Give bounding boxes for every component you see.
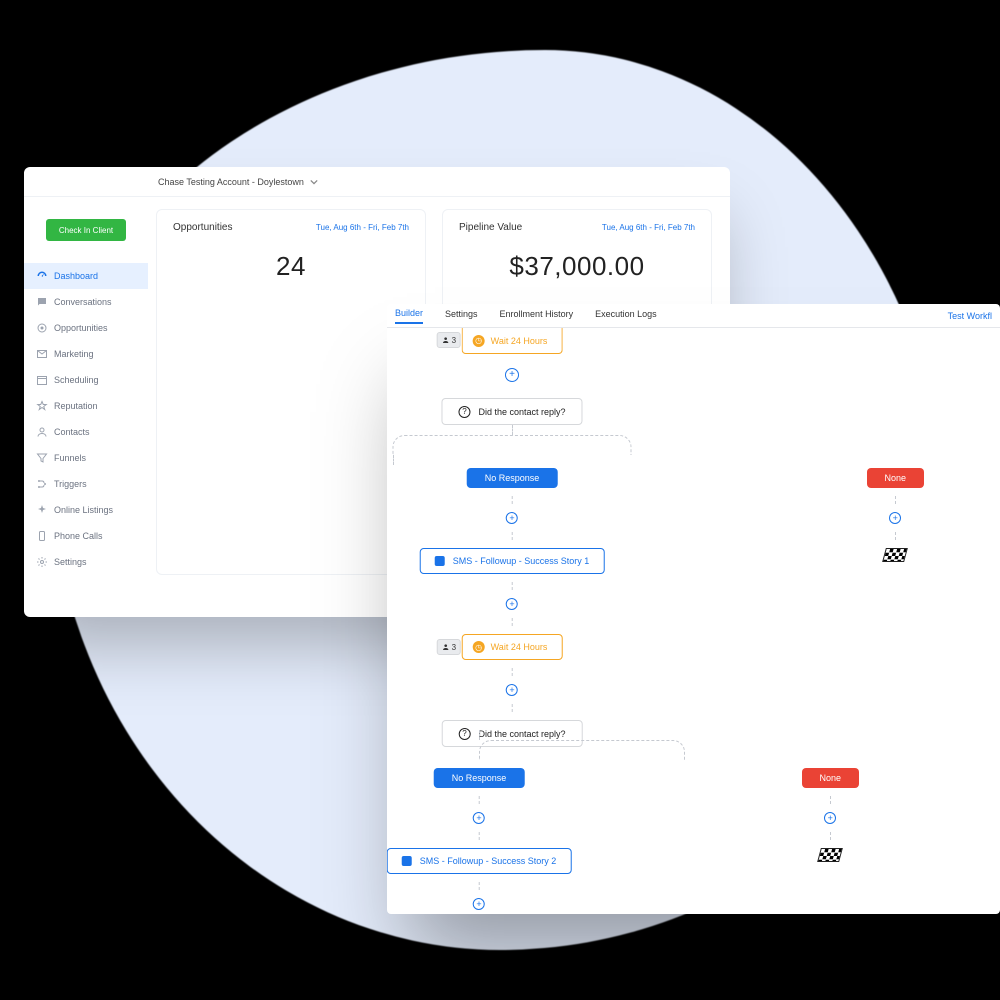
sidebar-item-contacts[interactable]: Contacts bbox=[24, 419, 148, 445]
add-step-button[interactable] bbox=[889, 512, 901, 524]
check-in-client-button[interactable]: Check In Client bbox=[46, 219, 126, 241]
sms-step[interactable]: SMS - Followup - Success Story 2 bbox=[387, 848, 571, 874]
sidebar-item-label: Marketing bbox=[54, 349, 94, 359]
workflow-window: Builder Settings Enrollment History Exec… bbox=[387, 304, 1000, 914]
test-workflow-button[interactable]: Test Workfl bbox=[948, 311, 992, 321]
account-switcher[interactable]: Chase Testing Account - Doylestown bbox=[158, 177, 304, 187]
finish-flag-icon bbox=[882, 548, 908, 562]
add-step-button[interactable] bbox=[473, 898, 485, 910]
branch-none[interactable]: None bbox=[802, 768, 860, 788]
sms-icon bbox=[402, 856, 412, 866]
wait-step[interactable]: 3 ◷ Wait 24 Hours bbox=[462, 328, 563, 354]
tab-execution-logs[interactable]: Execution Logs bbox=[595, 309, 657, 323]
chevron-down-icon bbox=[310, 178, 318, 186]
mail-icon bbox=[36, 348, 48, 360]
sms-step[interactable]: SMS - Followup - Success Story 1 bbox=[420, 548, 605, 574]
sidebar-item-label: Scheduling bbox=[54, 375, 99, 385]
sidebar-item-label: Online Listings bbox=[54, 505, 113, 515]
sidebar-item-label: Settings bbox=[54, 557, 87, 567]
user-icon bbox=[442, 643, 450, 651]
gauge-icon bbox=[36, 270, 48, 282]
phone-icon bbox=[36, 530, 48, 542]
sidebar-item-scheduling[interactable]: Scheduling bbox=[24, 367, 148, 393]
sidebar-item-funnels[interactable]: Funnels bbox=[24, 445, 148, 471]
workflow-canvas[interactable]: 3 ◷ Wait 24 Hours ? Did the contact repl… bbox=[387, 328, 1000, 914]
sms-icon bbox=[435, 556, 445, 566]
sidebar-item-label: Opportunities bbox=[54, 323, 108, 333]
sidebar-item-triggers[interactable]: Triggers bbox=[24, 471, 148, 497]
sidebar-item-label: Dashboard bbox=[54, 271, 98, 281]
sidebar-item-label: Reputation bbox=[54, 401, 98, 411]
sidebar-nav: Dashboard Conversations Opportunities Ma… bbox=[24, 263, 148, 575]
sparkle-icon bbox=[36, 504, 48, 516]
card-title: Opportunities bbox=[173, 222, 232, 233]
question-icon: ? bbox=[458, 406, 470, 418]
clock-icon: ◷ bbox=[473, 641, 485, 653]
branch-no-response[interactable]: No Response bbox=[467, 468, 558, 488]
sidebar-item-label: Funnels bbox=[54, 453, 86, 463]
add-step-button[interactable] bbox=[473, 812, 485, 824]
add-step-button[interactable] bbox=[505, 368, 519, 382]
add-step-button[interactable] bbox=[506, 512, 518, 524]
branch-none[interactable]: None bbox=[867, 468, 925, 488]
star-icon bbox=[36, 400, 48, 412]
sidebar-item-label: Triggers bbox=[54, 479, 87, 489]
wait-step[interactable]: 3 ◷ Wait 24 Hours bbox=[462, 634, 563, 660]
filter-icon bbox=[36, 452, 48, 464]
card-title: Pipeline Value bbox=[459, 222, 522, 233]
sidebar-item-label: Contacts bbox=[54, 427, 90, 437]
sidebar-item-reputation[interactable]: Reputation bbox=[24, 393, 148, 419]
sidebar-item-label: Phone Calls bbox=[54, 531, 103, 541]
add-step-button[interactable] bbox=[506, 598, 518, 610]
pipeline-value: $37,000.00 bbox=[459, 251, 695, 282]
opportunities-card: Opportunities Tue, Aug 6th - Fri, Feb 7t… bbox=[156, 209, 426, 575]
chat-icon bbox=[36, 296, 48, 308]
sidebar-item-dashboard[interactable]: Dashboard bbox=[24, 263, 148, 289]
date-range-link[interactable]: Tue, Aug 6th - Fri, Feb 7th bbox=[602, 223, 695, 232]
add-step-button[interactable] bbox=[824, 812, 836, 824]
sidebar-item-settings[interactable]: Settings bbox=[24, 549, 148, 575]
clock-icon: ◷ bbox=[473, 335, 485, 347]
tab-settings[interactable]: Settings bbox=[445, 309, 478, 323]
target-icon bbox=[36, 322, 48, 334]
opportunities-value: 24 bbox=[173, 251, 409, 282]
branch-icon bbox=[36, 478, 48, 490]
user-icon bbox=[442, 336, 450, 344]
gear-icon bbox=[36, 556, 48, 568]
condition-step[interactable]: ? Did the contact reply? bbox=[441, 398, 582, 425]
sidebar-item-opportunities[interactable]: Opportunities bbox=[24, 315, 148, 341]
sidebar-item-online-listings[interactable]: Online Listings bbox=[24, 497, 148, 523]
enrolled-count-badge[interactable]: 3 bbox=[437, 639, 461, 655]
sidebar-item-phone-calls[interactable]: Phone Calls bbox=[24, 523, 148, 549]
user-icon bbox=[36, 426, 48, 438]
enrolled-count-badge[interactable]: 3 bbox=[437, 332, 461, 348]
sidebar-item-conversations[interactable]: Conversations bbox=[24, 289, 148, 315]
date-range-link[interactable]: Tue, Aug 6th - Fri, Feb 7th bbox=[316, 223, 409, 232]
tab-builder[interactable]: Builder bbox=[395, 308, 423, 324]
tab-enrollment-history[interactable]: Enrollment History bbox=[500, 309, 574, 323]
sidebar-item-label: Conversations bbox=[54, 297, 112, 307]
sidebar-item-marketing[interactable]: Marketing bbox=[24, 341, 148, 367]
add-step-button[interactable] bbox=[506, 684, 518, 696]
branch-no-response[interactable]: No Response bbox=[434, 768, 525, 788]
finish-flag-icon bbox=[817, 848, 843, 862]
calendar-icon bbox=[36, 374, 48, 386]
